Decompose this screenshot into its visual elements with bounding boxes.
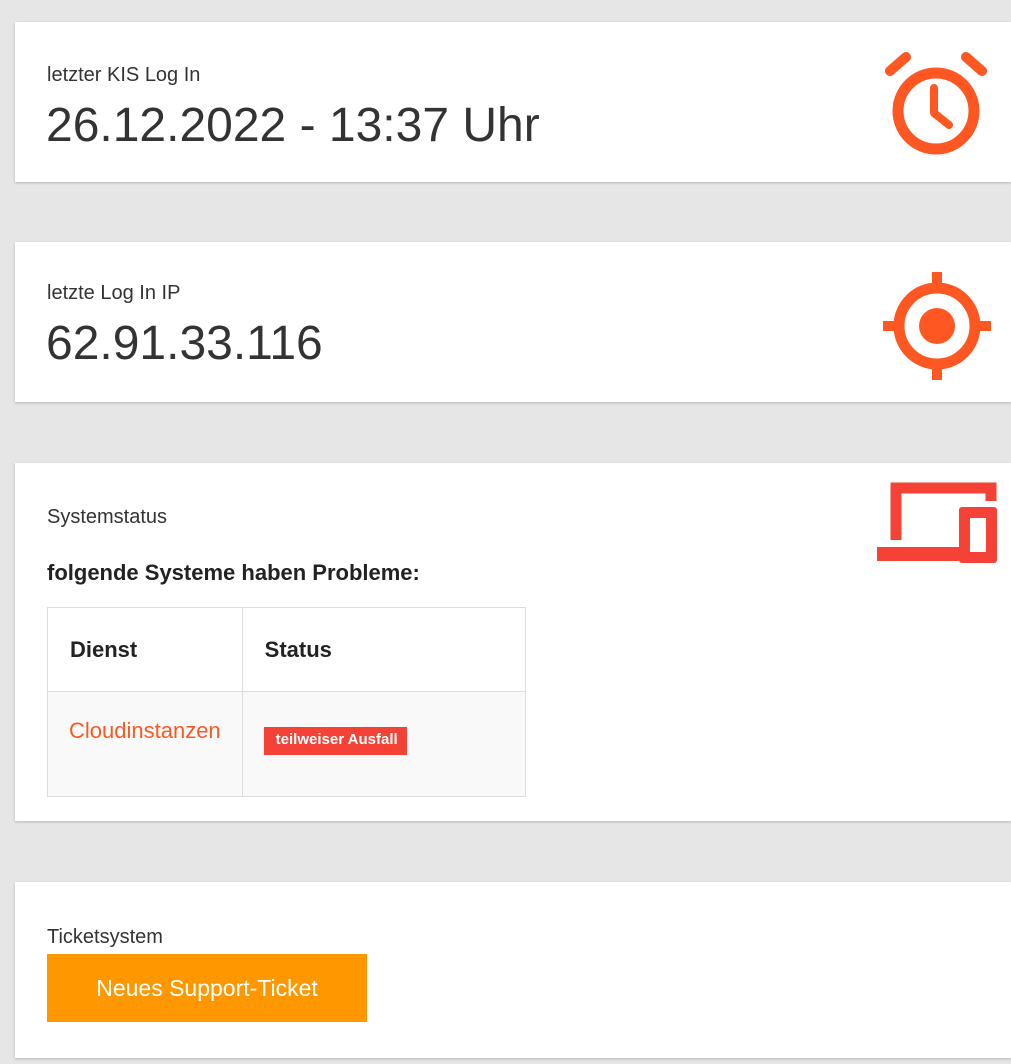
last-login-value: 26.12.2022 - 13:37 Uhr [46, 99, 540, 152]
service-link-cloudinstanzen[interactable]: Cloudinstanzen [69, 718, 221, 744]
service-cell: Cloudinstanzen [47, 691, 243, 797]
table-row: Cloudinstanzen teilweiser Ausfall [47, 691, 527, 797]
devices-icon [877, 482, 997, 563]
status-badge: teilweiser Ausfall [263, 727, 407, 755]
table-header-row: Dienst Status [47, 607, 527, 692]
last-ip-card: letzte Log In IP 62.91.33.116 [15, 242, 1011, 402]
last-ip-value: 62.91.33.116 [46, 317, 323, 370]
status-cell: teilweiser Ausfall [241, 691, 527, 797]
ticket-system-label: Ticketsystem [47, 926, 163, 948]
system-status-label: Systemstatus [47, 506, 168, 528]
alarm-clock-icon [885, 52, 987, 155]
ticket-system-card: Ticketsystem Neues Support-Ticket [15, 882, 1011, 1058]
service-status-table: Dienst Status Cloudinstanzen teilweiser … [47, 607, 527, 797]
gps-crosshair-icon [883, 272, 991, 380]
last-login-card: letzter KIS Log In 26.12.2022 - 13:37 Uh… [15, 22, 1011, 182]
new-support-ticket-button[interactable]: Neues Support-Ticket [47, 954, 367, 1022]
column-header-service: Dienst [47, 607, 243, 692]
system-status-card: Systemstatus folgende Systeme haben Prob… [15, 463, 1011, 821]
last-login-label: letzter KIS Log In [47, 64, 201, 86]
last-ip-label: letzte Log In IP [47, 282, 181, 304]
column-header-status: Status [241, 607, 527, 692]
system-problems-heading: folgende Systeme haben Probleme: [47, 560, 420, 585]
